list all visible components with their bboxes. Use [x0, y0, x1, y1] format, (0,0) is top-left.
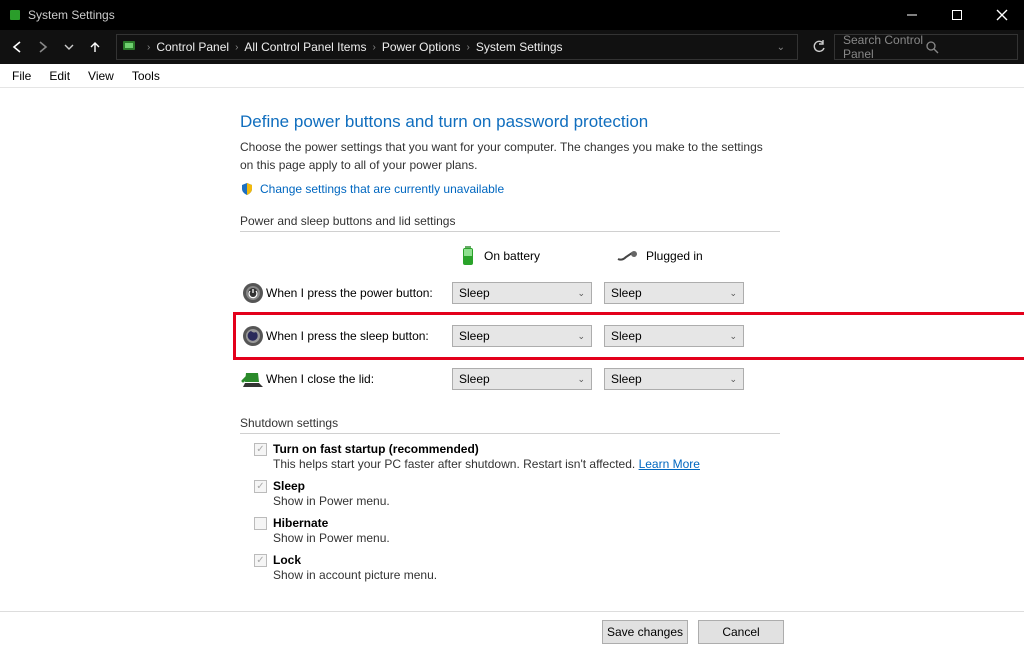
- search-input[interactable]: Search Control Panel: [834, 34, 1018, 60]
- hibernate-checkbox[interactable]: [254, 517, 267, 530]
- cancel-button[interactable]: Cancel: [698, 620, 784, 644]
- close-lid-label: When I close the lid:: [266, 372, 452, 386]
- breadcrumb-item[interactable]: Power Options: [382, 40, 461, 54]
- change-settings-link[interactable]: Change settings that are currently unava…: [260, 182, 504, 196]
- plug-icon: [616, 249, 638, 263]
- page-heading: Define power buttons and turn on passwor…: [240, 112, 1024, 132]
- plugged-in-label: Plugged in: [646, 249, 703, 263]
- sleep-button-row: When I press the sleep button: Sleep⌄ Sl…: [240, 317, 780, 355]
- sleep-button-plugged-select[interactable]: Sleep⌄: [604, 325, 744, 347]
- shield-icon: [240, 182, 254, 196]
- title-bar: System Settings: [0, 0, 1024, 30]
- battery-icon: [460, 245, 476, 267]
- chevron-down-icon: ⌄: [577, 288, 585, 299]
- chevron-down-icon: ⌄: [729, 288, 737, 299]
- save-button[interactable]: Save changes: [602, 620, 688, 644]
- chevron-down-icon: ⌄: [577, 374, 585, 385]
- fast-startup-item: Turn on fast startup (recommended) This …: [254, 442, 1024, 471]
- menu-bar: File Edit View Tools: [0, 64, 1024, 88]
- power-button-plugged-select[interactable]: Sleep⌄: [604, 282, 744, 304]
- search-icon: [926, 41, 1009, 54]
- lock-checkbox[interactable]: [254, 554, 267, 567]
- sleep-label: Sleep: [273, 479, 305, 493]
- chevron-down-icon[interactable]: ⌄: [769, 42, 793, 53]
- maximize-button[interactable]: [934, 0, 979, 30]
- power-section-title: Power and sleep buttons and lid settings: [240, 214, 780, 232]
- chevron-right-icon: ›: [141, 42, 156, 53]
- back-button[interactable]: [6, 35, 28, 59]
- control-panel-icon: [121, 38, 139, 56]
- fast-startup-desc: This helps start your PC faster after sh…: [273, 457, 1024, 471]
- nav-bar: › Control Panel › All Control Panel Item…: [0, 30, 1024, 64]
- up-button[interactable]: [84, 35, 106, 59]
- forward-button[interactable]: [32, 35, 54, 59]
- menu-edit[interactable]: Edit: [41, 66, 78, 86]
- lock-item: Lock Show in account picture menu.: [254, 553, 1024, 582]
- breadcrumb-item[interactable]: System Settings: [476, 40, 563, 54]
- sleep-button-battery-select[interactable]: Sleep⌄: [452, 325, 592, 347]
- app-icon: [8, 8, 22, 22]
- menu-view[interactable]: View: [80, 66, 122, 86]
- on-battery-label: On battery: [484, 249, 540, 263]
- laptop-lid-icon: [240, 369, 266, 389]
- shutdown-section-title: Shutdown settings: [240, 416, 780, 434]
- menu-tools[interactable]: Tools: [124, 66, 168, 86]
- chevron-down-icon: ⌄: [577, 331, 585, 342]
- breadcrumb[interactable]: › Control Panel › All Control Panel Item…: [116, 34, 798, 60]
- change-settings-row: Change settings that are currently unava…: [240, 182, 1024, 196]
- breadcrumb-item[interactable]: All Control Panel Items: [244, 40, 366, 54]
- lock-label: Lock: [273, 553, 301, 567]
- fast-startup-checkbox[interactable]: [254, 443, 267, 456]
- column-headers: On battery Plugged in: [240, 242, 1024, 270]
- recent-locations-button[interactable]: [58, 35, 80, 59]
- breadcrumb-item[interactable]: Control Panel: [156, 40, 229, 54]
- chevron-right-icon: ›: [229, 42, 244, 53]
- search-placeholder: Search Control Panel: [843, 33, 926, 61]
- close-lid-battery-select[interactable]: Sleep⌄: [452, 368, 592, 390]
- fast-startup-label: Turn on fast startup (recommended): [273, 442, 479, 456]
- lock-desc: Show in account picture menu.: [273, 568, 1024, 582]
- chevron-down-icon: ⌄: [729, 331, 737, 342]
- sleep-button-row-highlight: When I press the sleep button: Sleep⌄ Sl…: [233, 312, 1024, 360]
- content: Define power buttons and turn on passwor…: [0, 88, 1024, 618]
- chevron-right-icon: ›: [366, 42, 381, 53]
- power-button-row: When I press the power button: Sleep⌄ Sl…: [240, 274, 780, 312]
- hibernate-label: Hibernate: [273, 516, 328, 530]
- hibernate-item: Hibernate Show in Power menu.: [254, 516, 1024, 545]
- sleep-item: Sleep Show in Power menu.: [254, 479, 1024, 508]
- hibernate-desc: Show in Power menu.: [273, 531, 1024, 545]
- sleep-checkbox[interactable]: [254, 480, 267, 493]
- close-lid-row: When I close the lid: Sleep⌄ Sleep⌄: [240, 360, 780, 398]
- sleep-button-icon: [240, 325, 266, 347]
- minimize-button[interactable]: [889, 0, 934, 30]
- close-button[interactable]: [979, 0, 1024, 30]
- learn-more-link[interactable]: Learn More: [639, 457, 700, 471]
- menu-file[interactable]: File: [4, 66, 39, 86]
- power-button-label: When I press the power button:: [266, 286, 452, 300]
- chevron-down-icon: ⌄: [729, 374, 737, 385]
- footer: Save changes Cancel: [0, 611, 1024, 652]
- window-title: System Settings: [28, 8, 889, 22]
- power-button-icon: [240, 282, 266, 304]
- power-button-battery-select[interactable]: Sleep⌄: [452, 282, 592, 304]
- page-subtext: Choose the power settings that you want …: [240, 138, 770, 174]
- sleep-button-label: When I press the sleep button:: [266, 329, 452, 343]
- chevron-right-icon: ›: [461, 42, 476, 53]
- close-lid-plugged-select[interactable]: Sleep⌄: [604, 368, 744, 390]
- refresh-button[interactable]: [808, 35, 830, 59]
- sleep-desc: Show in Power menu.: [273, 494, 1024, 508]
